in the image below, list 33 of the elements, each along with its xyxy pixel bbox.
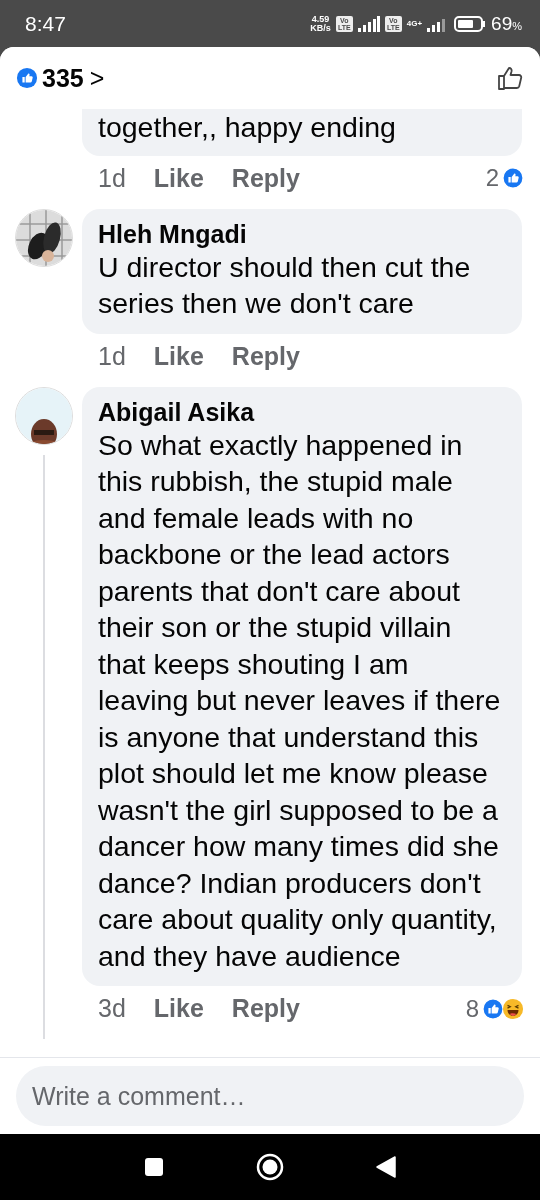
comment-text: U director should then cut the series then we don't care xyxy=(98,249,472,321)
reaction-count[interactable]: 335 xyxy=(42,63,84,93)
comment-time: 1d xyxy=(98,341,126,371)
like-reaction-icon xyxy=(16,67,38,89)
back-icon[interactable] xyxy=(376,1156,396,1178)
comment-text: So what exactly happened in this rubbish, the stupid male and female leads with no backbone or the lead actors parents that don't care about their son or the stupid villain that keeps shouting I am leaving but never leaves if there is anyone that understand this plot should let me know please wasn't the girl supposed to be a dancer how many times did she dance? Indian producers don't care about quality only quantity, and they have audience xyxy=(98,427,502,974)
comment-time: 1d xyxy=(98,163,126,193)
chevron-icon[interactable]: > xyxy=(89,63,105,93)
reply-link[interactable]: Reply xyxy=(231,341,300,371)
reply-link[interactable]: Reply xyxy=(231,994,300,1023)
network-speed: 4.59 KB/s xyxy=(310,14,331,33)
like-reaction-icon xyxy=(482,997,504,1020)
laughing-reaction-icon xyxy=(502,997,524,1020)
like-link[interactable]: Like xyxy=(153,163,204,193)
commenter-name[interactable]: Abigail Asika xyxy=(98,396,506,427)
comment-input[interactable]: Write a comment… xyxy=(16,1066,524,1126)
recents-icon[interactable] xyxy=(144,1157,164,1177)
home-icon[interactable] xyxy=(256,1153,284,1181)
reaction-count[interactable]: 8 xyxy=(465,994,479,1023)
reaction-count[interactable]: 2 xyxy=(485,164,499,192)
comment-text: together,, happy ending xyxy=(98,110,397,145)
battery-percent: 69% xyxy=(491,12,522,35)
like-reaction-icon xyxy=(502,167,524,189)
clock-time: 8:47 xyxy=(25,11,66,36)
battery-icon xyxy=(454,15,487,32)
like-link[interactable]: Like xyxy=(153,341,204,371)
reply-link[interactable]: Reply xyxy=(231,163,300,193)
like-link[interactable]: Like xyxy=(153,994,204,1023)
network-type: 4G+ xyxy=(406,19,423,28)
commenter-name[interactable]: Hleh Mngadi xyxy=(98,218,506,249)
comment-time: 3d xyxy=(98,994,126,1023)
thumbs-up-icon[interactable] xyxy=(496,64,524,92)
signal-icon xyxy=(357,15,380,32)
